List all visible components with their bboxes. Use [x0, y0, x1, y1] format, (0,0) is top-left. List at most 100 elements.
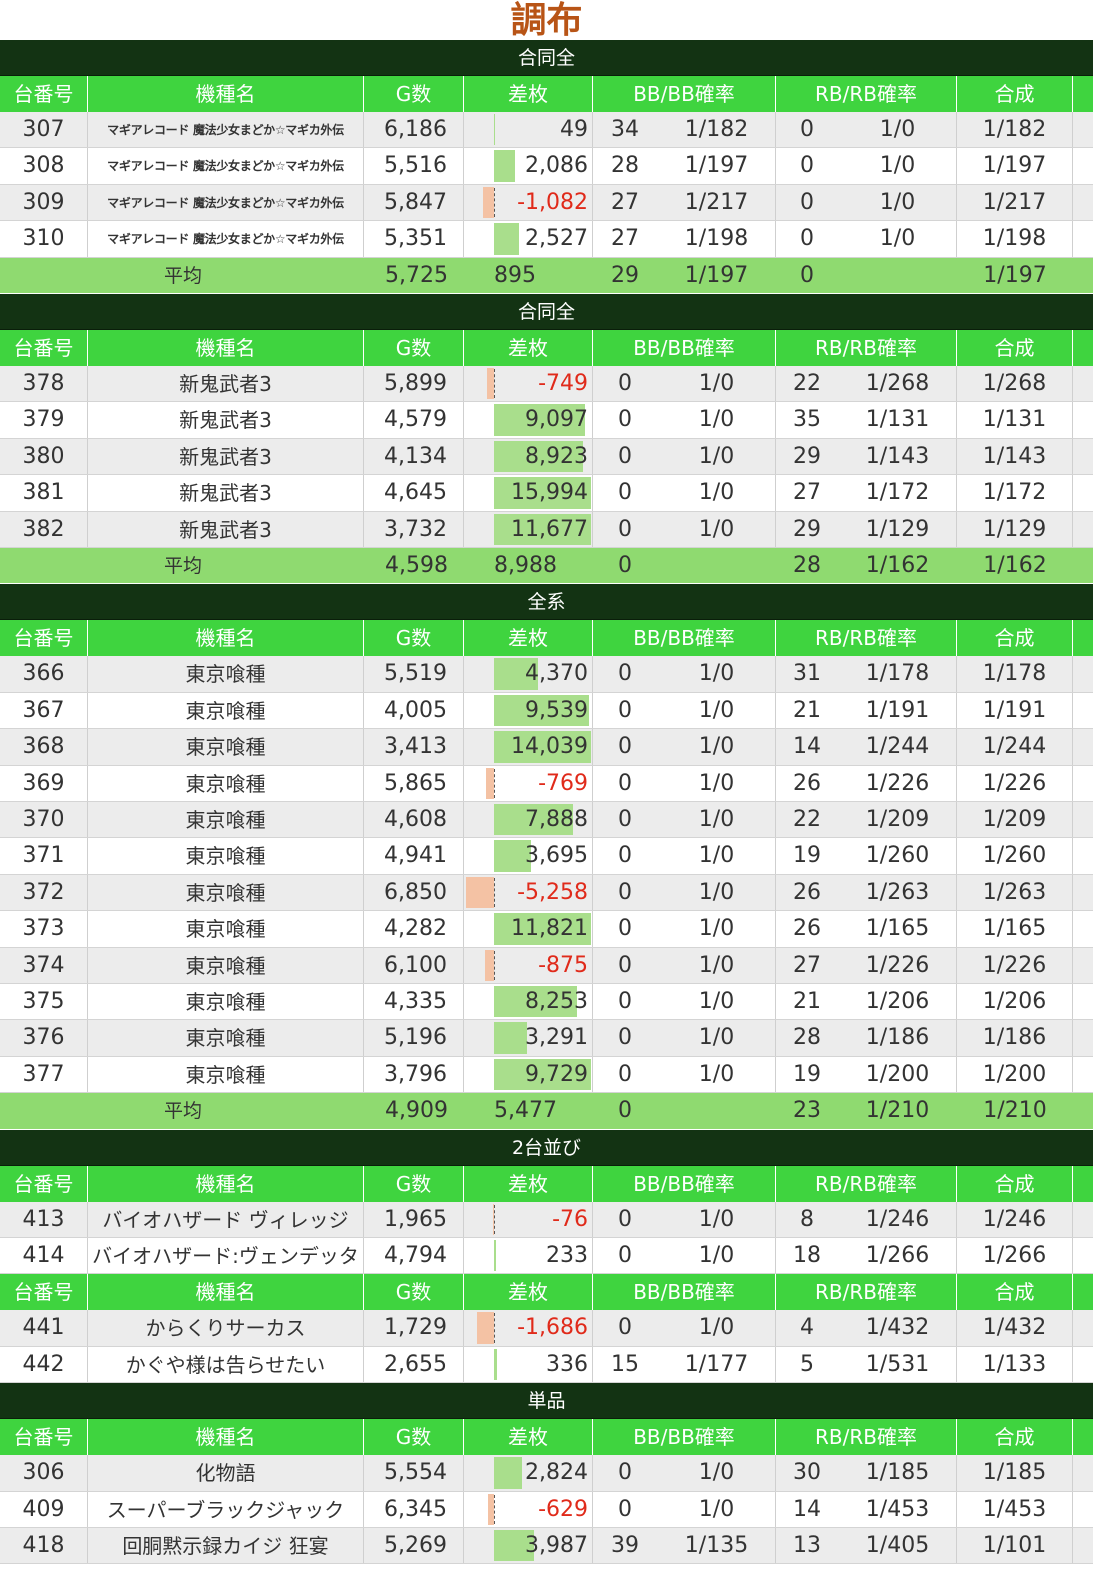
bb-rate: 1/0 — [698, 1243, 735, 1268]
bb-cell: 0 1/0 — [593, 802, 776, 838]
game-count: 4,645 — [364, 475, 464, 511]
zero-axis-line — [494, 950, 495, 980]
machine-number: 381 — [0, 475, 88, 511]
rb-count: 30 — [793, 1460, 821, 1486]
diff-value: -1,686 — [517, 1315, 588, 1341]
header-bb: BB/BB確率 — [593, 1165, 776, 1202]
header-bb: BB/BB確率 — [593, 330, 776, 366]
diff-bar — [494, 150, 515, 182]
rb-count: 0 — [800, 189, 814, 215]
bb-rate: 1/182 — [684, 117, 749, 142]
header-games: G数 — [364, 330, 464, 366]
diff-cell: -1,686 — [464, 1310, 593, 1346]
average-label: 平均 — [163, 1100, 202, 1123]
game-count: 5,865 — [364, 765, 464, 801]
zero-axis-line — [494, 187, 495, 218]
diff-value: 11,677 — [511, 516, 588, 542]
bb-count: 0 — [618, 1243, 632, 1268]
rb-cell: 18 1/266 — [776, 1238, 957, 1274]
header-total: 合成 — [957, 1419, 1073, 1456]
diff-cell: -769 — [464, 765, 593, 801]
game-count: 6,345 — [364, 1491, 464, 1527]
total-rate: 1/244 — [957, 729, 1073, 765]
bb-rate: 1/177 — [684, 1351, 749, 1377]
machine-number: 414 — [0, 1238, 88, 1274]
diff-cell: -5,258 — [464, 874, 593, 911]
header-machine-name: 機種名 — [88, 620, 364, 657]
rb-cell: 0 1/0 — [776, 184, 957, 221]
diff-value: 14,039 — [511, 734, 588, 760]
machine-number: 441 — [0, 1310, 88, 1346]
average-total-rate: 1/210 — [983, 1098, 1047, 1124]
game-count: 4,134 — [364, 438, 464, 475]
bb-rate: 1/0 — [698, 1315, 735, 1341]
header-diff: 差枚 — [464, 76, 593, 112]
rb-rate: 1/453 — [865, 1496, 930, 1522]
diff-cell: 4,370 — [464, 656, 593, 692]
machine-name: 東京喰種 — [88, 874, 364, 911]
game-count: 4,282 — [364, 911, 464, 947]
rb-count: 14 — [793, 734, 821, 760]
table-row: 409 スーパーブラックジャック 6,345 -629 0 1/0 14 1/453 1/453 — [0, 1491, 1093, 1528]
rb-cell: 30 1/185 — [776, 1455, 957, 1491]
header-diff: 差枚 — [464, 330, 593, 366]
average-bb-cell: 29 1/197 — [593, 258, 776, 293]
average-bb-cell: 0 — [593, 1093, 776, 1128]
rb-rate: 1/172 — [865, 480, 930, 506]
rb-rate: 1/432 — [865, 1315, 930, 1341]
rb-count: 26 — [793, 916, 821, 942]
bb-rate: 1/0 — [698, 734, 735, 760]
bb-count: 0 — [618, 952, 632, 978]
diff-value: 11,821 — [511, 916, 588, 942]
rb-cell: 14 1/453 — [776, 1491, 957, 1527]
table-row: 377 東京喰種 3,796 9,729 0 1/0 19 1/200 1/200 — [0, 1056, 1093, 1094]
bb-cell: 0 1/0 — [593, 402, 776, 438]
rb-cell: 35 1/131 — [776, 402, 957, 438]
machine-name: 東京喰種 — [88, 1020, 364, 1056]
total-rate: 1/453 — [957, 1491, 1073, 1527]
total-rate: 1/129 — [957, 511, 1073, 547]
diff-bar — [494, 1348, 498, 1381]
game-count: 3,796 — [364, 1056, 464, 1093]
rb-cell: 0 1/0 — [776, 112, 957, 148]
rb-count: 0 — [800, 153, 814, 179]
game-count: 3,732 — [364, 511, 464, 547]
bb-cell: 0 1/0 — [593, 947, 776, 983]
diff-cell: 3,987 — [464, 1528, 593, 1564]
zero-axis-line — [494, 369, 495, 399]
machine-name: 東京喰種 — [88, 765, 364, 801]
header-games: G数 — [364, 1419, 464, 1456]
rb-count: 28 — [793, 1025, 821, 1051]
column-header-row: 台番号 機種名 G数 差枚 BB/BB確率 RB/RB確率 合成 — [0, 330, 1093, 366]
header-machine-no: 台番号 — [0, 1419, 88, 1456]
bb-rate: 1/0 — [698, 843, 735, 869]
table-row: 368 東京喰種 3,413 14,039 0 1/0 14 1/244 1/244 — [0, 729, 1093, 766]
bb-cell: 0 1/0 — [593, 911, 776, 947]
rb-cell: 4 1/432 — [776, 1310, 957, 1346]
bb-cell: 0 1/0 — [593, 874, 776, 911]
total-rate: 1/101 — [957, 1528, 1073, 1564]
machine-name: スーパーブラックジャック — [88, 1491, 364, 1527]
total-rate: 1/432 — [957, 1310, 1073, 1346]
diff-value: 4,370 — [525, 661, 588, 687]
diff-cell: 9,097 — [464, 402, 593, 438]
machine-number: 375 — [0, 984, 88, 1020]
average-rb-cell: 28 1/162 — [776, 548, 957, 583]
rb-rate: 1/531 — [865, 1351, 930, 1377]
header-bb: BB/BB確率 — [593, 1419, 776, 1456]
bb-count: 0 — [618, 1025, 632, 1051]
bb-cell: 34 1/182 — [593, 112, 776, 148]
rb-rate: 1/226 — [865, 952, 930, 978]
bb-count: 0 — [618, 734, 632, 760]
game-count: 1,729 — [364, 1310, 464, 1346]
section-title: 合同全 — [0, 294, 1093, 330]
table-row: 375 東京喰種 4,335 8,253 0 1/0 21 1/206 1/206 — [0, 984, 1093, 1021]
bb-rate: 1/0 — [698, 989, 735, 1014]
rb-rate: 1/246 — [865, 1206, 930, 1232]
rb-rate: 1/0 — [879, 117, 916, 142]
average-diff: 5,477 — [494, 1098, 557, 1124]
machine-number: 374 — [0, 947, 88, 983]
diff-value: 233 — [546, 1243, 588, 1268]
table-row: 442 かぐや様は告らせたい 2,655 336 15 1/177 5 1/531 1/133 — [0, 1346, 1093, 1384]
bb-count: 0 — [618, 1496, 632, 1522]
